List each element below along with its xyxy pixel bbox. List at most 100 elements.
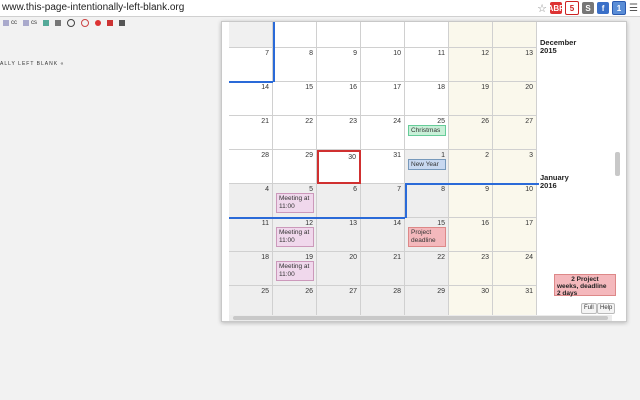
calendar-day-cell[interactable]: 7	[229, 48, 273, 82]
calendar-day-cell[interactable]: 26	[449, 116, 493, 150]
calendar-day-cell[interactable]: 22	[273, 116, 317, 150]
calendar-day-cell[interactable]: 29	[405, 286, 449, 315]
calendar-grid: 3012345678910111213141516171819202122232…	[229, 22, 540, 315]
bookmark-item[interactable]	[119, 20, 125, 26]
calendar-day-cell[interactable]: 30	[317, 150, 361, 184]
calendar-day-cell[interactable]: 24	[493, 252, 537, 286]
calendar-day-cell[interactable]: 31	[493, 286, 537, 315]
day-number: 31	[525, 288, 533, 295]
calendar-day-cell[interactable]: 2	[449, 150, 493, 184]
bookmark-item[interactable]	[107, 20, 113, 26]
document-icon	[23, 20, 29, 26]
day-number: 23	[349, 118, 357, 125]
bookmark-item[interactable]	[55, 20, 61, 26]
calendar-day-cell[interactable]: 17	[493, 218, 537, 252]
record-icon	[95, 20, 101, 26]
month-separator-line	[229, 81, 273, 83]
stylish-icon[interactable]: S	[582, 2, 595, 14]
calendar-day-cell[interactable]: 28	[361, 286, 405, 315]
calendar-day-cell[interactable]: 28	[229, 150, 273, 184]
help-button[interactable]: Help	[597, 303, 616, 314]
calendar-popup: 3012345678910111213141516171819202122232…	[221, 21, 627, 322]
calendar-day-cell[interactable]: 31	[361, 150, 405, 184]
calendar-day-cell[interactable]: 23	[317, 116, 361, 150]
calendar-day-cell[interactable]: 26	[273, 286, 317, 315]
facebook-icon[interactable]: f	[597, 2, 610, 14]
calendar-day-cell[interactable]: 13	[317, 218, 361, 252]
calendar-day-cell[interactable]: 16	[317, 82, 361, 116]
calendar-day-cell[interactable]: 11	[405, 48, 449, 82]
calendar-day-cell[interactable]: 27	[493, 116, 537, 150]
calendar-day-cell[interactable]: 14	[361, 218, 405, 252]
calendar-day-cell[interactable]: 30	[449, 286, 493, 315]
day-number: 7	[265, 50, 269, 57]
calendar-day-cell[interactable]: 30	[229, 22, 273, 48]
url-text[interactable]: www.this-page-intentionally-left-blank.o…	[2, 2, 184, 13]
countdown-badge[interactable]: 2 Project weeks, deadline 2 days	[554, 274, 616, 297]
calendar-day-cell[interactable]: 8	[273, 48, 317, 82]
day-number: 10	[525, 186, 533, 193]
calendar-event[interactable]: New Year	[408, 159, 446, 170]
calendar-day-cell[interactable]: 19	[449, 82, 493, 116]
calendar-day-cell[interactable]: 18	[405, 82, 449, 116]
calendar-event[interactable]: Christmas	[408, 125, 446, 136]
calendar-day-cell[interactable]: 23	[449, 252, 493, 286]
star-icon[interactable]: ☆	[537, 2, 547, 15]
calendar-day-cell[interactable]: 29	[273, 150, 317, 184]
calendar-day-cell[interactable]: 6	[493, 22, 537, 48]
calendar-day-cell[interactable]: 18	[229, 252, 273, 286]
calendar-day-cell[interactable]: 17	[361, 82, 405, 116]
calendar-day-cell[interactable]: 14	[229, 82, 273, 116]
calendar-day-cell[interactable]: 22	[405, 252, 449, 286]
calendar-day-cell[interactable]: 11	[229, 218, 273, 252]
month-separator-line	[405, 183, 407, 218]
horizontal-scrollbar-thumb[interactable]	[233, 316, 608, 320]
calendar-day-cell[interactable]: 20	[493, 82, 537, 116]
calendar-day-cell[interactable]: 9	[317, 48, 361, 82]
calendar-day-cell[interactable]: 24	[361, 116, 405, 150]
adblock-icon[interactable]: ABP	[548, 2, 564, 14]
calendar-day-cell[interactable]: 8	[405, 184, 449, 218]
calendar-day-cell[interactable]: 13	[493, 48, 537, 82]
bookmark-item[interactable]: cc	[3, 20, 17, 26]
calendar-day-cell[interactable]: 25	[229, 286, 273, 315]
calendar-day-cell[interactable]: 2	[317, 22, 361, 48]
calendar-day-cell[interactable]: 15	[273, 82, 317, 116]
day-number: 6	[529, 22, 533, 23]
bookmark-item[interactable]	[43, 20, 49, 26]
calendar-extension-icon[interactable]: 1	[612, 1, 627, 15]
month-label-january: January 2016	[540, 174, 569, 190]
calendar-day-cell[interactable]: 10	[361, 48, 405, 82]
calendar-day-cell[interactable]: 7	[361, 184, 405, 218]
calendar-day-cell[interactable]: 9	[449, 184, 493, 218]
calendar-day-cell[interactable]: 4	[229, 184, 273, 218]
calendar-day-cell[interactable]: 3	[493, 150, 537, 184]
bookmark-item[interactable]	[95, 20, 101, 26]
calendar-day-cell[interactable]: 6	[317, 184, 361, 218]
calendar-day-cell[interactable]: 21	[361, 252, 405, 286]
calendar-event[interactable]: Meeting at 11:00	[276, 261, 314, 281]
calendar-day-cell[interactable]: 10	[493, 184, 537, 218]
calendar-event[interactable]: Project deadline	[408, 227, 446, 247]
month-separator-line	[229, 217, 405, 219]
bookmark-item[interactable]	[67, 19, 75, 27]
menu-icon[interactable]: ☰	[629, 3, 638, 14]
calendar-day-cell[interactable]: 1	[273, 22, 317, 48]
full-button[interactable]: Full	[581, 303, 597, 314]
calendar-event[interactable]: Meeting at 11:00	[276, 193, 314, 213]
calendar-day-cell[interactable]: 4	[405, 22, 449, 48]
calendar-day-cell[interactable]: 27	[317, 286, 361, 315]
calendar-day-cell[interactable]: 3	[361, 22, 405, 48]
address-bar[interactable]: www.this-page-intentionally-left-blank.o…	[0, 0, 640, 17]
bookmark-item[interactable]: cs	[23, 20, 37, 26]
vertical-scrollbar-thumb[interactable]	[615, 152, 620, 176]
undo-icon[interactable]: 5	[565, 1, 580, 15]
calendar-day-cell[interactable]: 5	[449, 22, 493, 48]
bookmark-item[interactable]	[81, 19, 89, 27]
calendar-day-cell[interactable]: 16	[449, 218, 493, 252]
horizontal-scrollbar[interactable]	[229, 315, 612, 321]
calendar-day-cell[interactable]: 12	[449, 48, 493, 82]
calendar-day-cell[interactable]: 20	[317, 252, 361, 286]
calendar-day-cell[interactable]: 21	[229, 116, 273, 150]
calendar-event[interactable]: Meeting at 11:00	[276, 227, 314, 247]
